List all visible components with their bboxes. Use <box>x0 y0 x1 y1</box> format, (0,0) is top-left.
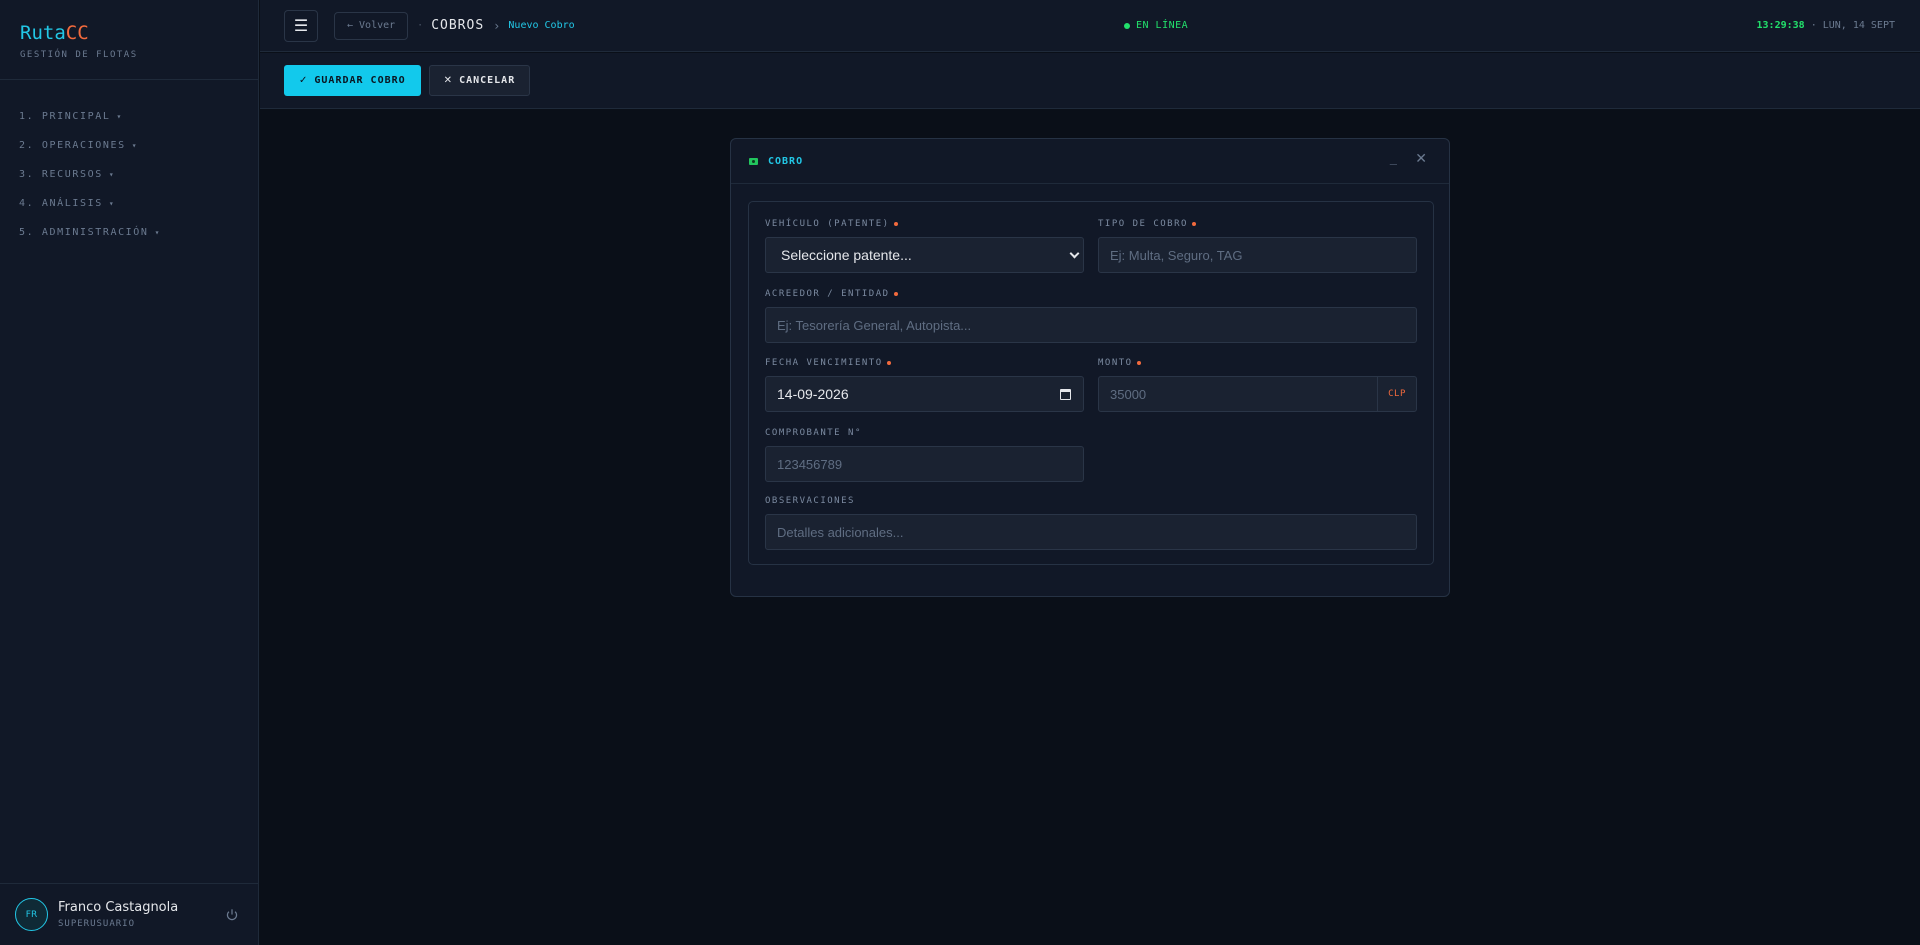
status-dot-icon <box>1124 22 1130 29</box>
nav-principal[interactable]: 1. PRINCIPAL ▾ <box>0 102 258 131</box>
breadcrumb-current: Nuevo Cobro <box>508 20 575 31</box>
status-label: EN LÍNEA <box>1136 20 1189 31</box>
nav-analisis[interactable]: 4. ANÁLISIS ▾ <box>0 189 258 218</box>
nav-administracion[interactable]: 5. ADMINISTRACIÓN ▾ <box>0 218 258 247</box>
field-acreedor: ACREEDOR / ENTIDAD Ej: Tesorería General… <box>765 287 1417 343</box>
label-text: MONTO <box>1098 358 1133 368</box>
field-label: OBSERVACIONES <box>765 494 1417 508</box>
cobro-form: VEHÍCULO (PATENTE) Seleccione patente...… <box>748 201 1434 565</box>
nav-label: 2. OPERACIONES <box>19 140 126 151</box>
required-dot-icon <box>886 361 891 365</box>
brand-logo[interactable]: RutaCC <box>20 22 238 44</box>
connection-status: EN LÍNEA <box>1124 20 1188 31</box>
field-label: MONTO <box>1098 356 1417 370</box>
comprobante-input[interactable]: 123456789 <box>765 446 1084 482</box>
chevron-down-icon <box>1069 248 1080 259</box>
sidebar: RutaCC GESTIÓN DE FLOTAS 1. PRINCIPAL ▾ … <box>0 0 259 945</box>
field-label: ACREEDOR / ENTIDAD <box>765 287 1417 301</box>
field-label: FECHA VENCIMIENTO <box>765 356 1084 370</box>
required-dot-icon <box>893 222 898 226</box>
label-text: COMPROBANTE N° <box>765 428 862 438</box>
clock: 13:29:38 · LUN, 14 SEPT <box>1757 20 1895 31</box>
action-toolbar: ✓ GUARDAR COBRO ✕ CANCELAR <box>260 53 1920 109</box>
monto-placeholder: 35000 <box>1110 386 1147 402</box>
nav-label: 1. PRINCIPAL <box>19 111 111 122</box>
cancel-button[interactable]: ✕ CANCELAR <box>428 65 531 96</box>
brand-subtitle: GESTIÓN DE FLOTAS <box>20 50 138 60</box>
brand: RutaCC GESTIÓN DE FLOTAS <box>0 0 258 80</box>
field-label: TIPO DE COBRO <box>1098 217 1417 231</box>
user-panel: FR Franco Castagnola SUPERUSUARIO <box>0 883 259 945</box>
select-value: Seleccione patente... <box>781 247 912 263</box>
power-icon[interactable] <box>225 908 239 922</box>
back-button[interactable]: ← Volver <box>334 11 409 40</box>
minimize-icon[interactable]: _ <box>1390 151 1397 165</box>
acreedor-input[interactable]: Ej: Tesorería General, Autopista... <box>765 307 1417 343</box>
label-text: VEHÍCULO (PATENTE) <box>765 219 890 229</box>
tipo-cobro-input[interactable]: Ej: Multa, Seguro, TAG <box>1098 237 1417 273</box>
brand-name-part-b: CC <box>65 22 89 44</box>
observaciones-input[interactable]: Detalles adicionales... <box>765 514 1417 550</box>
currency-addon: CLP <box>1377 377 1416 411</box>
user-role: SUPERUSUARIO <box>58 919 136 929</box>
chevron-down-icon: ▾ <box>108 199 116 208</box>
calendar-icon[interactable] <box>1060 389 1071 400</box>
nav-label: 4. ANÁLISIS <box>19 198 103 209</box>
breadcrumb-arrow-icon: › <box>493 18 501 33</box>
user-info: Franco Castagnola SUPERUSUARIO <box>58 900 178 929</box>
label-text: FECHA VENCIMIENTO <box>765 358 883 368</box>
modal-header: COBRO _ ✕ <box>731 139 1449 184</box>
save-label: GUARDAR COBRO <box>314 75 406 86</box>
nav-operaciones[interactable]: 2. OPERACIONES ▾ <box>0 131 258 160</box>
avatar[interactable]: FR <box>15 898 48 931</box>
modal-title: COBRO <box>768 155 804 167</box>
breadcrumb-section[interactable]: COBROS <box>431 18 484 33</box>
brand-name-part-a: Ruta <box>20 22 66 44</box>
required-dot-icon <box>893 292 898 296</box>
field-monto: MONTO 35000 CLP <box>1098 356 1417 412</box>
field-tipo-cobro: TIPO DE COBRO Ej: Multa, Seguro, TAG <box>1098 217 1417 273</box>
sidebar-nav: 1. PRINCIPAL ▾ 2. OPERACIONES ▾ 3. RECUR… <box>0 80 258 247</box>
label-text: TIPO DE COBRO <box>1098 219 1188 229</box>
check-icon: ✓ <box>299 75 309 86</box>
chevron-down-icon: ▾ <box>116 112 123 121</box>
clock-time: 13:29:38 <box>1756 20 1805 31</box>
field-fecha-vencimiento: FECHA VENCIMIENTO 14-09-2026 <box>765 356 1084 412</box>
close-icon[interactable]: ✕ <box>1415 151 1427 167</box>
field-vehiculo: VEHÍCULO (PATENTE) Seleccione patente... <box>765 217 1084 273</box>
field-comprobante: COMPROBANTE N° 123456789 <box>765 426 1084 482</box>
field-label: VEHÍCULO (PATENTE) <box>765 217 1084 231</box>
nav-label: 3. RECURSOS <box>19 169 103 180</box>
clock-date: · LUN, 14 SEPT <box>1804 20 1895 31</box>
chevron-down-icon: ▾ <box>131 141 139 150</box>
money-icon <box>749 157 758 165</box>
breadcrumb-separator: · <box>417 20 424 31</box>
save-cobro-button[interactable]: ✓ GUARDAR COBRO <box>284 65 421 96</box>
vehiculo-select[interactable]: Seleccione patente... <box>765 237 1084 273</box>
nav-label: 5. ADMINISTRACIÓN <box>19 227 149 238</box>
field-label: COMPROBANTE N° <box>765 426 1084 440</box>
chevron-down-icon: ▾ <box>154 228 161 237</box>
monto-input[interactable]: 35000 CLP <box>1098 376 1417 412</box>
field-observaciones: OBSERVACIONES Detalles adicionales... <box>765 494 1417 550</box>
close-icon: ✕ <box>443 75 454 86</box>
cancel-label: CANCELAR <box>459 75 516 86</box>
hamburger-icon: ☰ <box>293 16 309 35</box>
nav-recursos[interactable]: 3. RECURSOS ▾ <box>0 160 258 189</box>
topbar: ☰ ← Volver · COBROS › Nuevo Cobro EN LÍN… <box>260 0 1920 52</box>
user-name: Franco Castagnola <box>58 900 179 915</box>
required-dot-icon <box>1191 222 1196 226</box>
cobro-modal: COBRO _ ✕ VEHÍCULO (PATENTE) Seleccione … <box>730 138 1450 597</box>
date-value: 14-09-2026 <box>777 386 849 402</box>
fecha-vencimiento-input[interactable]: 14-09-2026 <box>765 376 1084 412</box>
chevron-down-icon: ▾ <box>108 170 116 179</box>
label-text: OBSERVACIONES <box>765 496 855 506</box>
required-dot-icon <box>1136 361 1141 365</box>
menu-toggle-button[interactable]: ☰ <box>284 9 318 42</box>
label-text: ACREEDOR / ENTIDAD <box>765 289 890 299</box>
